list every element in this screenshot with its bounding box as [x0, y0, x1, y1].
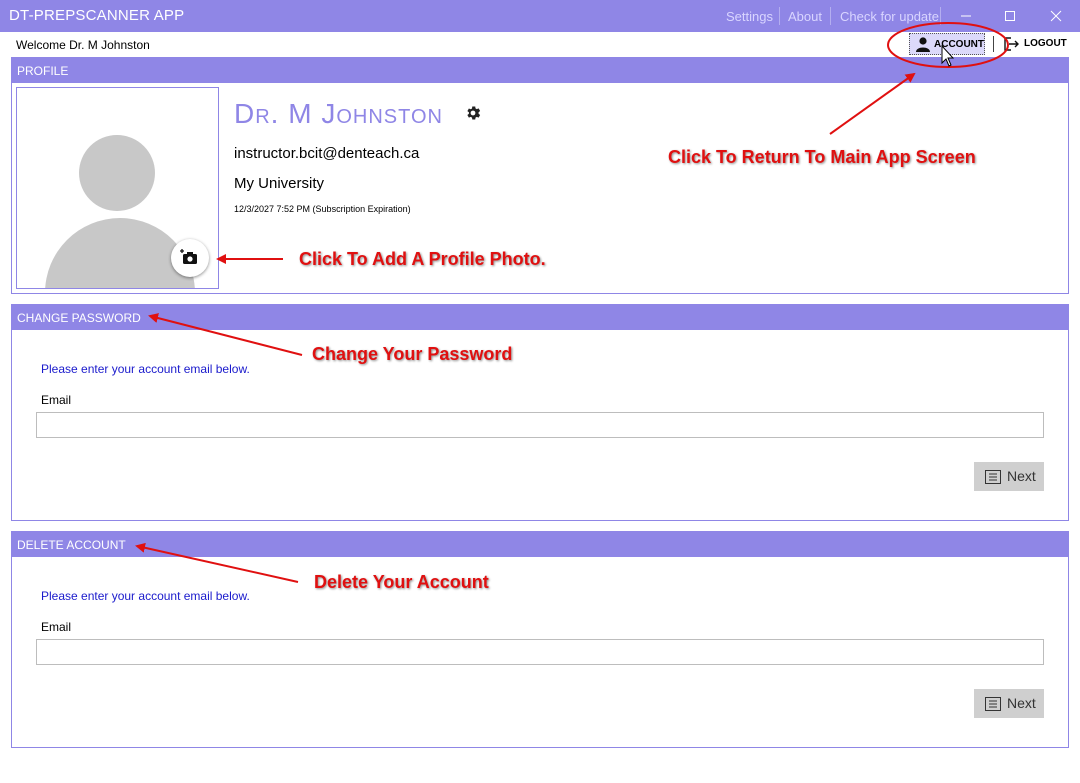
annotation-photo: Click To Add A Profile Photo. — [299, 249, 546, 269]
welcome-text: Welcome Dr. M Johnston — [16, 38, 150, 52]
menu-divider — [830, 7, 831, 25]
change-password-next-label: Next — [1007, 468, 1036, 484]
camera-add-icon — [180, 249, 197, 264]
next-icon — [985, 697, 1001, 711]
profile-section-title: PROFILE — [17, 64, 69, 78]
avatar-head — [79, 135, 155, 211]
change-password-title: CHANGE PASSWORD — [17, 311, 141, 325]
profile-header: PROFILE — [12, 58, 1068, 83]
menu-divider — [940, 7, 941, 25]
change-password-panel: CHANGE PASSWORD Please enter your accoun… — [11, 304, 1069, 521]
change-password-email-label: Email — [41, 393, 72, 407]
menu-settings[interactable]: Settings — [726, 9, 773, 24]
logout-label: LOGOUT — [1024, 38, 1067, 49]
change-password-header: CHANGE PASSWORD — [12, 305, 1068, 330]
add-photo-button[interactable] — [171, 239, 209, 277]
next-icon — [985, 470, 1001, 484]
account-button[interactable]: ACCOUNT — [909, 33, 985, 55]
profile-university: My University — [234, 175, 325, 192]
minimize-icon — [961, 15, 971, 17]
account-label: ACCOUNT — [934, 39, 984, 50]
change-password-next-button[interactable]: Next — [974, 462, 1044, 491]
delete-account-next-button[interactable]: Next — [974, 689, 1044, 718]
header-divider — [993, 36, 994, 52]
annotation-password: Change Your Password — [312, 344, 513, 364]
profile-email: instructor.bcit@denteach.ca — [234, 145, 420, 162]
close-icon — [1050, 10, 1062, 22]
minimize-button[interactable] — [956, 6, 976, 26]
delete-account-header: DELETE ACCOUNT — [12, 532, 1068, 557]
change-password-email-field[interactable] — [36, 412, 1044, 438]
annotation-return: Click To Return To Main App Screen — [668, 147, 976, 167]
user-icon — [916, 37, 930, 52]
gear-icon[interactable] — [464, 104, 482, 122]
delete-account-email-field[interactable] — [36, 639, 1044, 665]
logout-button[interactable]: LOGOUT — [1002, 33, 1072, 55]
annotation-delete: Delete Your Account — [314, 572, 489, 592]
delete-account-title: DELETE ACCOUNT — [17, 538, 126, 552]
close-button[interactable] — [1046, 6, 1066, 26]
menu-check-for-update[interactable]: Check for update — [840, 9, 939, 24]
menu-about[interactable]: About — [788, 9, 822, 24]
avatar — [16, 87, 219, 289]
app-title: DT-PREPSCANNER APP — [9, 7, 185, 24]
profile-name: Dr. M Johnston — [234, 98, 443, 129]
title-bar: DT-PREPSCANNER APP Settings About Check … — [0, 0, 1080, 32]
maximize-button[interactable] — [1000, 6, 1020, 26]
change-password-instruction: Please enter your account email below. — [41, 362, 250, 376]
subscription-expiration: 12/3/2027 7:52 PM (Subscription Expirati… — [234, 204, 411, 214]
delete-account-email-label: Email — [41, 620, 72, 634]
delete-account-panel: DELETE ACCOUNT Please enter your account… — [11, 531, 1069, 748]
maximize-icon — [1005, 11, 1015, 21]
menu-divider — [779, 7, 780, 25]
delete-account-next-label: Next — [1007, 695, 1036, 711]
delete-account-instruction: Please enter your account email below. — [41, 589, 250, 603]
logout-icon — [1004, 37, 1019, 51]
